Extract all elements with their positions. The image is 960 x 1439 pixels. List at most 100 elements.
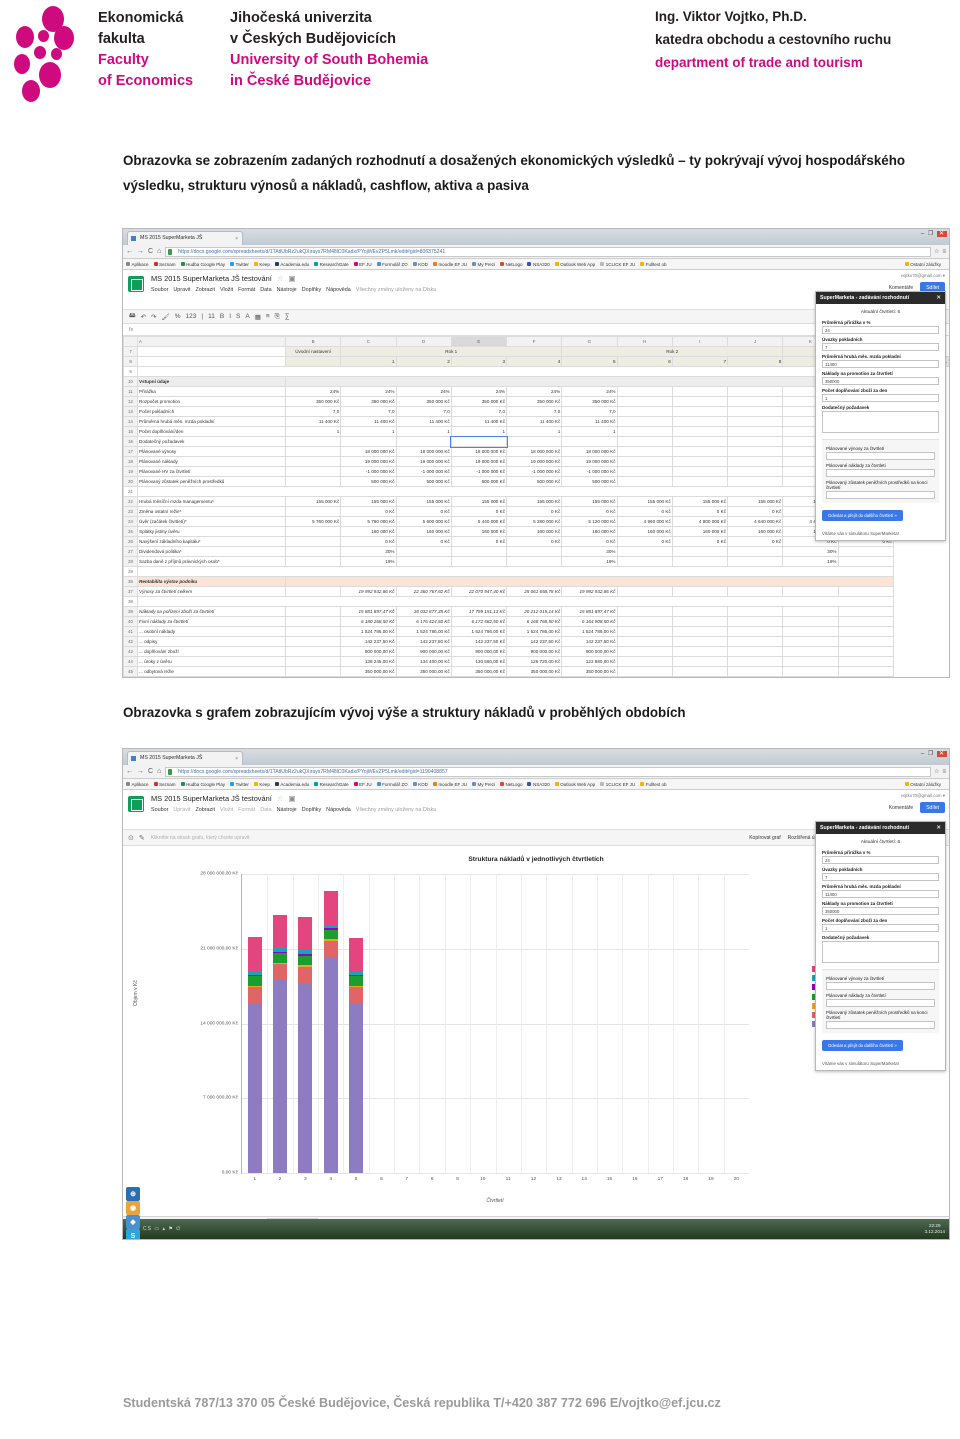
bookmark-item[interactable]: Seznam <box>153 782 176 787</box>
cell[interactable] <box>782 586 839 597</box>
cell[interactable]: 19% <box>340 556 397 567</box>
row-header[interactable]: 22 <box>123 496 138 507</box>
cell[interactable] <box>671 616 729 627</box>
panel-close-icon[interactable]: ✕ <box>936 825 941 831</box>
cell[interactable]: 7,0 <box>561 406 618 417</box>
cell[interactable] <box>284 456 342 467</box>
cell[interactable] <box>284 646 342 657</box>
cell[interactable]: 11 400 Kč <box>450 416 508 427</box>
cell[interactable]: 900 000,00 Kč <box>340 646 397 657</box>
cell[interactable] <box>782 646 839 657</box>
column-header-J[interactable]: J <box>726 336 784 347</box>
cell[interactable] <box>726 586 784 597</box>
row-label-cell[interactable]: ... osobní náklady <box>137 626 286 637</box>
cell[interactable]: 1 <box>561 426 618 437</box>
cell[interactable] <box>285 576 894 587</box>
cell[interactable] <box>284 676 342 677</box>
cell[interactable] <box>671 666 729 677</box>
bar-stack[interactable] <box>323 891 338 1173</box>
cell[interactable] <box>284 606 342 617</box>
cell[interactable] <box>284 616 342 627</box>
row-header[interactable]: 26 <box>123 536 138 547</box>
toolbar-icon[interactable]: ↶ <box>141 313 146 321</box>
chart-button-koprovatgraf[interactable]: Kopírovat graf <box>749 835 780 841</box>
bookmark-item[interactable]: NetLogo <box>499 262 522 267</box>
cell[interactable]: 19 000 000 Kč <box>395 456 452 467</box>
row-label-cell[interactable]: Dividendová politika* <box>137 546 286 557</box>
cell[interactable]: 142 237,50 Kč <box>450 636 508 647</box>
cell[interactable]: 155 000 Kč <box>395 496 452 507</box>
cell[interactable]: 30% <box>340 546 397 557</box>
cell[interactable] <box>671 416 729 427</box>
cell[interactable] <box>837 636 894 647</box>
menu-item-data[interactable]: Data <box>260 807 271 813</box>
menu-item-doplky[interactable]: Doplňky <box>302 807 321 813</box>
menu-item-npovda[interactable]: Nápověda <box>326 807 351 813</box>
cell[interactable]: 3 125 000,00 Kč <box>505 676 563 677</box>
field-input[interactable]: 350000 <box>822 907 939 915</box>
cell[interactable]: 160 000 Kč <box>340 526 397 537</box>
bookmark-item[interactable]: EF JU <box>353 782 372 787</box>
row-header[interactable]: 8 <box>123 356 138 367</box>
cell[interactable] <box>671 396 729 407</box>
cell[interactable] <box>671 546 729 557</box>
bookmark-item[interactable]: ResearchGate <box>314 782 349 787</box>
cell[interactable] <box>837 646 894 657</box>
cell[interactable] <box>671 406 729 417</box>
row-label-cell[interactable]: Rentabilita výstav podniku <box>137 576 286 587</box>
menu-item-data[interactable]: Data <box>260 287 271 293</box>
cell[interactable]: 0 Kč <box>340 536 397 547</box>
cell[interactable] <box>137 356 286 367</box>
cell[interactable] <box>616 556 673 567</box>
menu-item-soubor[interactable]: Soubor <box>151 807 168 813</box>
row-header[interactable]: 45 <box>123 666 138 677</box>
cell[interactable] <box>616 386 673 397</box>
browser-tab-2[interactable]: MS 2015 SuperMarketa JŠ × <box>127 751 243 765</box>
cell[interactable]: 7,0 <box>340 406 397 417</box>
bookmark-item[interactable]: moodle EF JU <box>432 262 467 267</box>
skype-icon[interactable]: S <box>126 1229 140 1239</box>
cell[interactable] <box>671 466 729 477</box>
toolbar-icon[interactable]: 11 <box>208 313 215 320</box>
toolbar-icon[interactable]: B <box>220 313 224 320</box>
cell[interactable] <box>671 676 729 677</box>
cell[interactable] <box>284 546 342 557</box>
cell[interactable] <box>726 406 784 417</box>
period-header-cell[interactable]: 6 <box>616 356 673 367</box>
cell[interactable]: 19 000 000 Kč <box>340 456 397 467</box>
cell[interactable] <box>616 666 673 677</box>
cell[interactable]: 6 164 908,50 Kč <box>561 616 618 627</box>
cell[interactable] <box>671 556 729 567</box>
cell[interactable] <box>450 435 508 448</box>
cell[interactable] <box>505 436 563 447</box>
cell[interactable] <box>395 556 452 567</box>
cell[interactable] <box>284 556 342 567</box>
row-label-cell[interactable]: Fixní náklady za čtvrtletí <box>137 616 286 627</box>
bookmark-item[interactable]: Aplikace <box>126 262 149 267</box>
home-icon[interactable]: ⌂ <box>157 248 161 255</box>
table-row[interactable]: 43... doplňování zboží 900 000,00 Kč 900 0… <box>123 646 949 657</box>
field-input[interactable]: 11400 <box>822 890 939 898</box>
chart-info-icon[interactable]: ⊙ <box>128 834 134 842</box>
close-window-icon[interactable]: ✕ <box>936 231 947 237</box>
cell[interactable]: 900 000,00 Kč <box>561 646 618 657</box>
field-input[interactable]: 350000 <box>822 377 939 385</box>
cell[interactable] <box>671 646 729 657</box>
back-icon[interactable]: ← <box>126 768 133 775</box>
cell[interactable] <box>671 436 729 447</box>
menu-item-upravit[interactable]: Upravit <box>173 287 190 293</box>
cell[interactable] <box>616 476 673 487</box>
row-label-cell[interactable]: ... úroky z úvěru <box>137 656 286 667</box>
cell[interactable]: 6 172 582,50 Kč <box>450 616 508 627</box>
cell[interactable] <box>782 676 839 677</box>
reload-icon[interactable]: C <box>148 768 153 775</box>
bookmark-item[interactable]: KOD <box>412 782 428 787</box>
period-header-cell[interactable]: 2 <box>395 356 452 367</box>
row-label-cell[interactable]: Hrubá měsíční mzda managementu* <box>137 496 286 507</box>
cell[interactable]: 15 881 897,47 Kč <box>561 606 618 617</box>
bar-segment[interactable] <box>247 1003 262 1173</box>
row-header[interactable]: 17 <box>123 446 138 457</box>
cell[interactable] <box>284 436 342 447</box>
cell[interactable]: 4 640 000 Kč <box>726 516 784 527</box>
menu-item-vloit[interactable]: Vložit <box>220 287 233 293</box>
